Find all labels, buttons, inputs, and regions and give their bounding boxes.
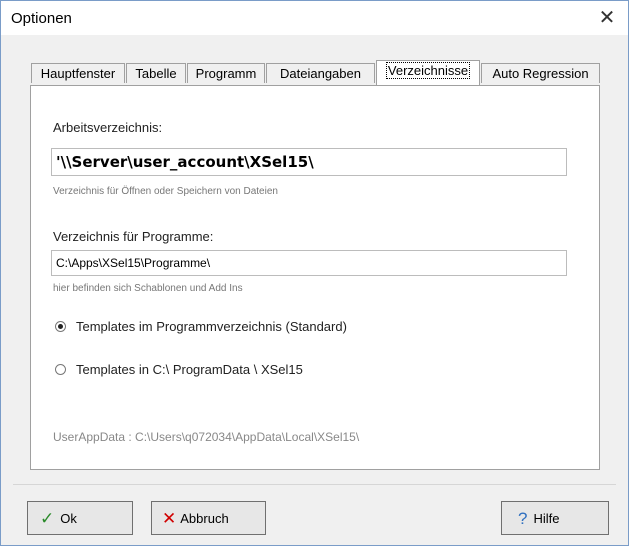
radio-templates-standard[interactable]: Templates im Programmverzeichnis (Standa… [55,319,347,334]
tab-auto-regression[interactable]: Auto Regression [481,63,600,83]
cancel-button-label: Abbruch [180,510,229,526]
question-icon: ? [518,508,528,528]
tab-label: Hauptfenster [40,66,116,81]
tab-verzeichnisse[interactable]: Verzeichnisse [376,60,480,85]
program-dir-input[interactable]: C:\Apps\XSel15\Programme\ [51,250,567,276]
radio-unchecked-icon [55,364,66,375]
tab-dateiangaben[interactable]: Dateiangaben [266,63,375,83]
tab-label: Auto Regression [492,66,589,81]
userappdata-path: UserAppData : C:\Users\q072034\AppData\L… [53,430,360,444]
ok-button-label: Ok [60,510,77,526]
x-icon: ✕ [162,508,177,528]
tab-label: Tabelle [135,66,177,81]
program-dir-label: Verzeichnis für Programme: [53,229,214,244]
tab-label: Programm [195,66,257,81]
checkmark-icon: ✓ [40,508,55,528]
radio-templates-programdata[interactable]: Templates in C:\ ProgramData \ XSel15 [55,362,303,377]
options-dialog: Optionen ✕ Hauptfenster Tabelle Programm… [0,0,629,546]
radio-label: Templates in C:\ ProgramData \ XSel15 [76,362,303,377]
tab-hauptfenster[interactable]: Hauptfenster [31,63,125,83]
title-bar: Optionen ✕ [1,1,628,35]
working-dir-label: Arbeitsverzeichnis: [53,120,163,135]
program-dir-hint: hier befinden sich Schablonen und Add In… [53,283,243,294]
radio-checked-icon [55,321,66,332]
radio-label: Templates im Programmverzeichnis (Standa… [76,319,347,334]
verzeichnisse-panel: Arbeitsverzeichnis: '\\Server\user_accou… [30,85,600,470]
help-button-label: Hilfe [533,510,560,526]
window-title: Optionen [11,10,72,27]
tab-tabelle[interactable]: Tabelle [126,63,186,83]
tab-label: Verzeichnisse [385,62,471,79]
help-button[interactable]: ? Hilfe [501,501,609,535]
divider [13,484,616,485]
cancel-button[interactable]: ✕ Abbruch [151,501,266,535]
ok-button[interactable]: ✓ Ok [27,501,133,535]
tab-label: Dateiangaben [280,66,361,81]
close-icon[interactable]: ✕ [594,5,620,31]
tab-programm[interactable]: Programm [187,63,265,83]
working-dir-hint: Verzeichnis für Öffnen oder Speichern vo… [53,186,278,197]
working-dir-input[interactable]: '\\Server\user_account\XSel15\ [51,148,567,176]
